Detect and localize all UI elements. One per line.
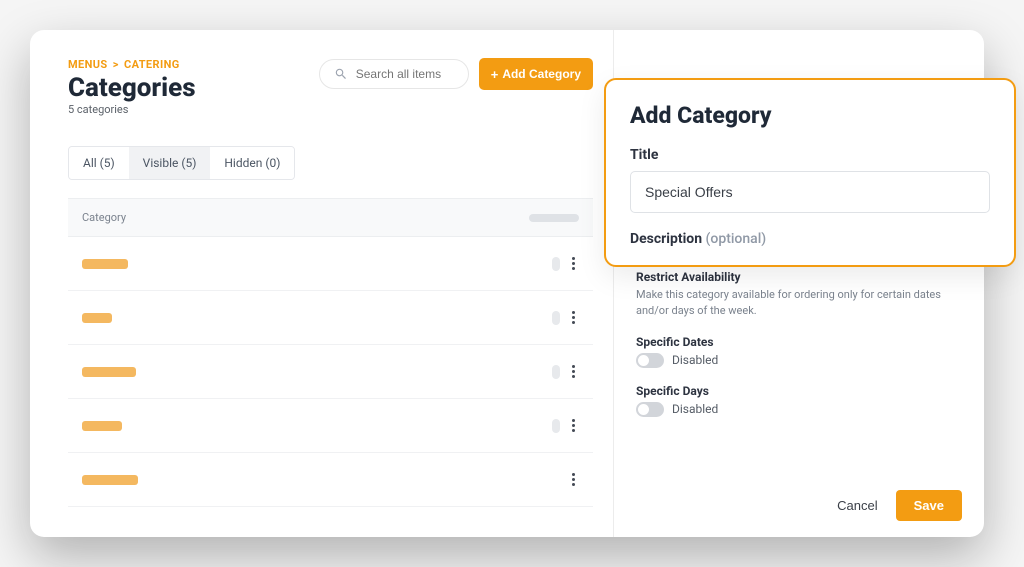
row-menu-button[interactable] <box>568 307 579 328</box>
specific-days-status: Disabled <box>672 402 718 416</box>
page-title: Categories <box>68 73 196 103</box>
table-row[interactable] <box>68 399 593 453</box>
row-menu-button[interactable] <box>568 361 579 382</box>
row-skeleton <box>82 313 112 323</box>
add-category-label: Add Category <box>502 67 581 81</box>
restrict-subtitle: Make this category available for orderin… <box>636 287 962 319</box>
specific-days-toggle[interactable] <box>636 402 664 417</box>
row-actions <box>552 307 579 328</box>
row-skeleton <box>82 259 128 269</box>
title-label: Title <box>630 147 990 163</box>
row-menu-button[interactable] <box>568 469 579 490</box>
row-skeleton <box>82 475 138 485</box>
description-label: Description (optional) <box>630 231 990 247</box>
drag-handle-icon[interactable] <box>552 365 560 379</box>
description-optional-text: (optional) <box>706 231 767 247</box>
specific-days-block: Specific Days Disabled <box>636 384 962 417</box>
table-row[interactable] <box>68 291 593 345</box>
drag-handle-icon[interactable] <box>552 257 560 271</box>
table-row[interactable] <box>68 345 593 399</box>
table-header: Category <box>68 198 593 237</box>
breadcrumb-separator: > <box>113 58 119 71</box>
description-label-text: Description <box>630 231 702 247</box>
tab-all[interactable]: All (5) <box>69 147 129 179</box>
specific-dates-block: Specific Dates Disabled <box>636 335 962 368</box>
table-row[interactable] <box>68 453 593 507</box>
page-subtitle: 5 categories <box>68 103 196 116</box>
filter-tabs: All (5) Visible (5) Hidden (0) <box>68 146 295 180</box>
search-icon <box>334 67 348 81</box>
drag-handle-icon[interactable] <box>552 419 560 433</box>
row-actions <box>552 361 579 382</box>
add-category-button[interactable]: + Add Category <box>479 58 593 90</box>
breadcrumb: MENUS > CATERING <box>68 58 196 71</box>
main-panel: MENUS > CATERING Categories 5 categories… <box>30 30 614 537</box>
side-footer: Cancel Save <box>636 470 962 521</box>
row-actions <box>552 253 579 274</box>
tab-visible[interactable]: Visible (5) <box>129 147 211 179</box>
specific-dates-status: Disabled <box>672 353 718 367</box>
column-header-category: Category <box>82 211 126 224</box>
specific-dates-toggle[interactable] <box>636 353 664 368</box>
row-skeleton <box>82 367 136 377</box>
row-menu-button[interactable] <box>568 253 579 274</box>
cancel-button[interactable]: Cancel <box>837 498 877 513</box>
header: MENUS > CATERING Categories 5 categories… <box>68 58 593 116</box>
header-right: + Add Category <box>319 58 593 90</box>
row-actions <box>552 415 579 436</box>
specific-dates-title: Specific Dates <box>636 335 962 349</box>
tab-hidden[interactable]: Hidden (0) <box>210 147 294 179</box>
save-button[interactable]: Save <box>896 490 962 521</box>
title-input[interactable] <box>630 171 990 213</box>
drag-handle-icon[interactable] <box>552 311 560 325</box>
breadcrumb-current[interactable]: CATERING <box>124 58 180 71</box>
restrict-section: Restrict Availability Make this category… <box>636 270 962 319</box>
column-header-skeleton <box>529 214 579 222</box>
search-input[interactable] <box>356 67 454 81</box>
specific-days-title: Specific Days <box>636 384 962 398</box>
header-left: MENUS > CATERING Categories 5 categories <box>68 58 196 116</box>
overlay-heading: Add Category <box>630 102 990 129</box>
row-skeleton <box>82 421 122 431</box>
search-box[interactable] <box>319 59 469 89</box>
row-menu-button[interactable] <box>568 415 579 436</box>
plus-icon: + <box>491 68 499 81</box>
add-category-overlay: Add Category Title Description (optional… <box>604 78 1016 267</box>
table-row[interactable] <box>68 237 593 291</box>
row-actions <box>568 469 579 490</box>
restrict-title: Restrict Availability <box>636 270 962 284</box>
breadcrumb-root[interactable]: MENUS <box>68 58 108 71</box>
